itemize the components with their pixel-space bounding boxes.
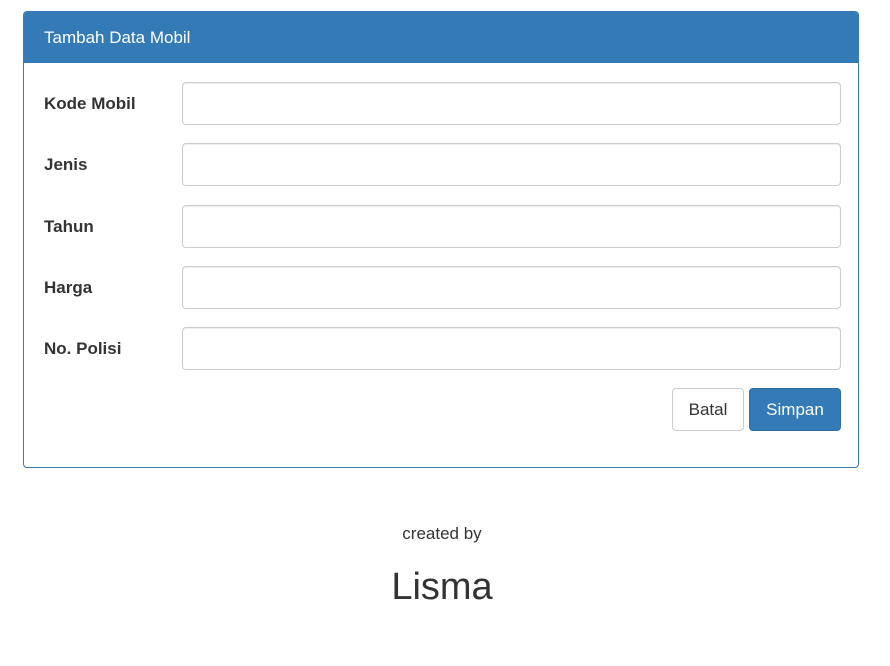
jenis-input[interactable] <box>182 143 841 186</box>
tahun-input[interactable] <box>182 205 841 248</box>
harga-label: Harga <box>44 278 93 297</box>
save-button[interactable]: Simpan <box>749 388 841 431</box>
form-row-harga: Harga <box>24 266 858 309</box>
add-car-panel: Tambah Data Mobil Kode Mobil Jenis Tahun… <box>23 11 859 468</box>
form-row-no-polisi: No. Polisi <box>24 327 858 370</box>
no-polisi-input[interactable] <box>182 327 841 370</box>
jenis-label: Jenis <box>44 155 88 174</box>
kode-mobil-label: Kode Mobil <box>44 94 136 113</box>
tahun-label: Tahun <box>44 217 94 236</box>
panel-title: Tambah Data Mobil <box>24 12 858 63</box>
form-row-kode-mobil: Kode Mobil <box>24 82 858 125</box>
kode-mobil-input[interactable] <box>182 82 841 125</box>
footer-author: Lisma <box>391 566 493 608</box>
footer-caption: created by <box>402 524 482 543</box>
harga-input[interactable] <box>182 266 841 309</box>
form-row-tahun: Tahun <box>24 205 858 248</box>
cancel-button[interactable]: Batal <box>672 388 744 431</box>
form-row-jenis: Jenis <box>24 143 858 186</box>
no-polisi-label: No. Polisi <box>44 339 122 358</box>
